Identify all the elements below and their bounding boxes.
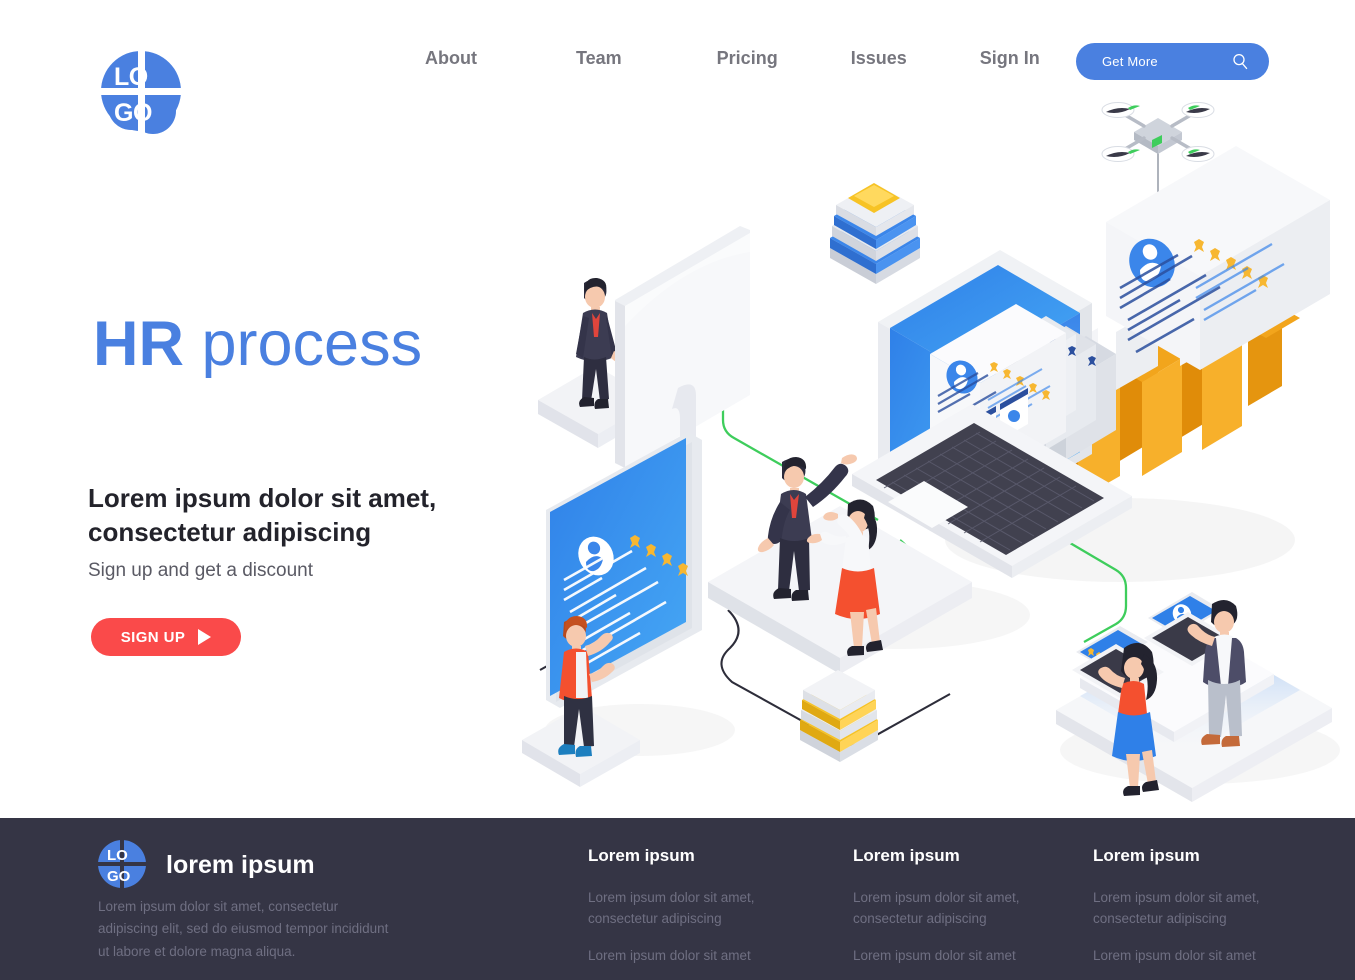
footer-link[interactable]: Lorem ipsum dolor sit amet [588,946,818,967]
nav-link-pricing[interactable]: Pricing [717,48,778,69]
play-icon [198,629,212,645]
hero-subtitle: Lorem ipsum dolor sit amet, consectetur … [88,483,437,547]
get-more-button[interactable]: Get More [1076,43,1269,80]
logo-text-top: LO [114,63,148,91]
footer-logo-text-bottom: GO [107,868,131,885]
footer-logo[interactable]: LO GO [98,840,146,888]
site-header: LO GO About Team Pricing Issues Sign In … [0,0,1355,134]
search-icon [1232,53,1249,70]
landing-page: LO GO About Team Pricing Issues Sign In … [0,0,1355,980]
footer-column-2: Lorem ipsum Lorem ipsum dolor sit amet, … [853,846,1083,980]
stacked-discs-bottom [800,670,878,762]
site-footer: LO GO lorem ipsum Lorem ipsum dolor sit … [0,818,1355,980]
logo-mark: LO GO [98,48,184,134]
page-title-light: process [184,309,423,379]
footer-link[interactable]: Lorem ipsum dolor sit amet [1093,946,1323,967]
footer-column-title: Lorem ipsum [588,846,695,865]
footer-link[interactable]: Lorem ipsum dolor sit amet, consectetur … [588,888,818,930]
footer-column-1: Lorem ipsum Lorem ipsum dolor sit amet, … [588,846,818,980]
stacked-discs-top [830,183,920,284]
page-title-bold: HR [93,309,184,379]
footer-about-text: Lorem ipsum dolor sit amet, consectetur … [98,899,389,959]
laptop [852,250,1132,578]
footer-link[interactable]: Lorem ipsum dolor sit amet, consectetur … [1093,888,1323,930]
logo-text-bottom: GO [114,99,152,127]
page-title: HR process [93,313,422,376]
sign-up-button[interactable]: SIGN UP [91,618,241,656]
footer-column-title: Lorem ipsum [853,846,960,865]
main-navigation: About Team Pricing Issues Sign In [425,48,1040,69]
footer-link[interactable]: Lorem ipsum dolor sit amet [853,946,1083,967]
nav-link-issues[interactable]: Issues [851,48,907,69]
get-more-label: Get More [1102,54,1158,69]
header-logo[interactable]: LO GO [98,48,184,134]
hero-description: Sign up and get a discount [88,560,314,581]
footer-brand-name: lorem ipsum [166,851,315,879]
nav-link-about[interactable]: About [425,48,477,69]
footer-column-title: Lorem ipsum [1093,846,1200,865]
nav-link-team[interactable]: Team [576,48,622,69]
footer-logo-text-top: LO [107,847,128,864]
logo-text: LO GO [98,48,184,134]
footer-column-3: Lorem ipsum Lorem ipsum dolor sit amet, … [1093,846,1323,980]
footer-link[interactable]: Lorem ipsum dolor sit amet, consectetur … [853,888,1083,930]
sign-up-label: SIGN UP [120,628,186,646]
hero-illustration [480,70,1355,810]
nav-link-sign-in[interactable]: Sign In [980,48,1040,69]
